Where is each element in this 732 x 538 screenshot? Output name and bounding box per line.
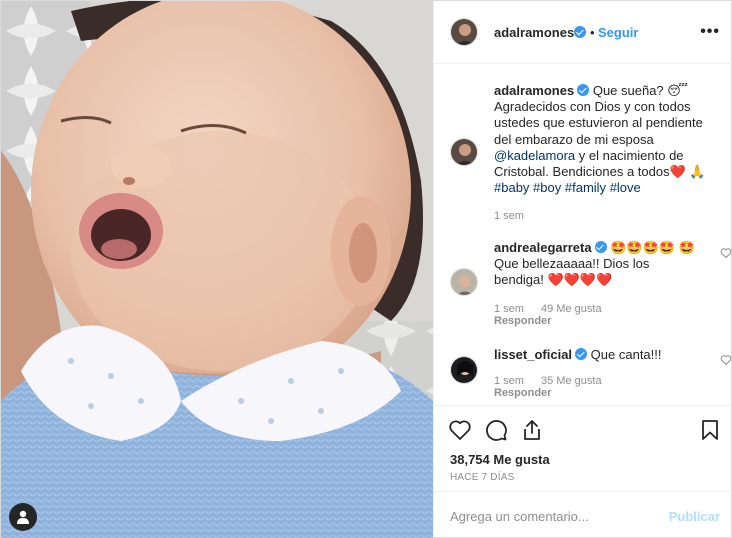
hashtag-link[interactable]: #baby	[494, 180, 529, 195]
bookmark-icon[interactable]	[698, 418, 722, 442]
like-comment-heart-icon[interactable]	[720, 354, 732, 366]
comment-meta: 1 sem 49 Me gusta	[494, 303, 616, 315]
hashtag-link[interactable]: #family	[565, 180, 606, 195]
hashtag-link[interactable]: #boy	[533, 180, 561, 195]
author-avatar[interactable]	[450, 18, 478, 46]
verified-icon	[574, 26, 586, 38]
more-icon[interactable]: •••	[700, 23, 720, 41]
caption-body: adalramones Que sueña? 😴 Agradecidos con…	[494, 83, 708, 196]
comment-input[interactable]	[450, 506, 660, 526]
verified-icon	[594, 241, 607, 253]
post-time-ago[interactable]: HACE 7 DÍAS	[450, 472, 514, 483]
publish-button[interactable]: Publicar	[669, 509, 720, 524]
post-dialog: adalramones • Seguir ••• adalramones Que…	[0, 0, 732, 538]
verified-icon	[577, 84, 590, 96]
mention-link[interactable]: @kadelamora	[494, 148, 575, 163]
caption-avatar[interactable]	[450, 138, 478, 166]
comment-likes[interactable]: 35 Me gusta	[541, 375, 602, 387]
comment-text: Que canta!!!	[590, 347, 662, 362]
user-tag-icon	[17, 510, 29, 524]
comment-time[interactable]: 1 sem	[494, 303, 524, 315]
baby-photo-illustration	[1, 1, 433, 538]
comment-username[interactable]: andrealegarreta	[494, 240, 592, 255]
follow-button[interactable]: Seguir	[598, 25, 638, 40]
post-photo[interactable]	[1, 1, 433, 538]
share-icon[interactable]	[520, 418, 544, 442]
comments-list[interactable]: adalramones Que sueña? 😴 Agradecidos con…	[434, 65, 732, 405]
add-comment-bar: Publicar	[434, 491, 732, 538]
author-username[interactable]: adalramones	[494, 25, 574, 40]
user-tag-button[interactable]	[9, 503, 37, 531]
comment-body: lisset_oficial Que canta!!!	[494, 347, 696, 363]
like-comment-heart-icon[interactable]	[720, 247, 732, 259]
comment-item: lisset_oficial Que canta!!! 1 sem 35 Me …	[450, 347, 732, 405]
comment-item: andrealegarreta 🤩🤩🤩🤩 🤩 Que bellezaaaaa!!…	[450, 240, 732, 332]
comment-meta: 1 sem 35 Me gusta	[494, 375, 616, 387]
like-count[interactable]: 38,754 Me gusta	[450, 452, 550, 467]
comment-body: andrealegarreta 🤩🤩🤩🤩 🤩 Que bellezaaaaa!!…	[494, 240, 696, 289]
reply-button[interactable]: Responder	[494, 387, 551, 399]
hashtag-link[interactable]: #love	[610, 180, 641, 195]
caption-meta: 1 sem	[494, 210, 538, 222]
caption-time[interactable]: 1 sem	[494, 210, 524, 222]
commenter-avatar[interactable]	[450, 268, 478, 296]
comment-likes[interactable]: 49 Me gusta	[541, 303, 602, 315]
post-header: adalramones • Seguir •••	[434, 1, 732, 64]
comment-username[interactable]: lisset_oficial	[494, 347, 572, 362]
post-side-panel: adalramones • Seguir ••• adalramones Que…	[433, 1, 732, 538]
caption-username[interactable]: adalramones	[494, 83, 574, 98]
reply-button[interactable]: Responder	[494, 315, 551, 327]
comment-icon[interactable]	[484, 418, 508, 442]
comment-time[interactable]: 1 sem	[494, 375, 524, 387]
separator-dot: •	[590, 25, 595, 40]
commenter-avatar[interactable]	[450, 356, 478, 384]
heart-icon[interactable]	[448, 418, 472, 442]
caption-comment: adalramones Que sueña? 😴 Agradecidos con…	[450, 83, 726, 233]
verified-icon	[575, 348, 588, 360]
